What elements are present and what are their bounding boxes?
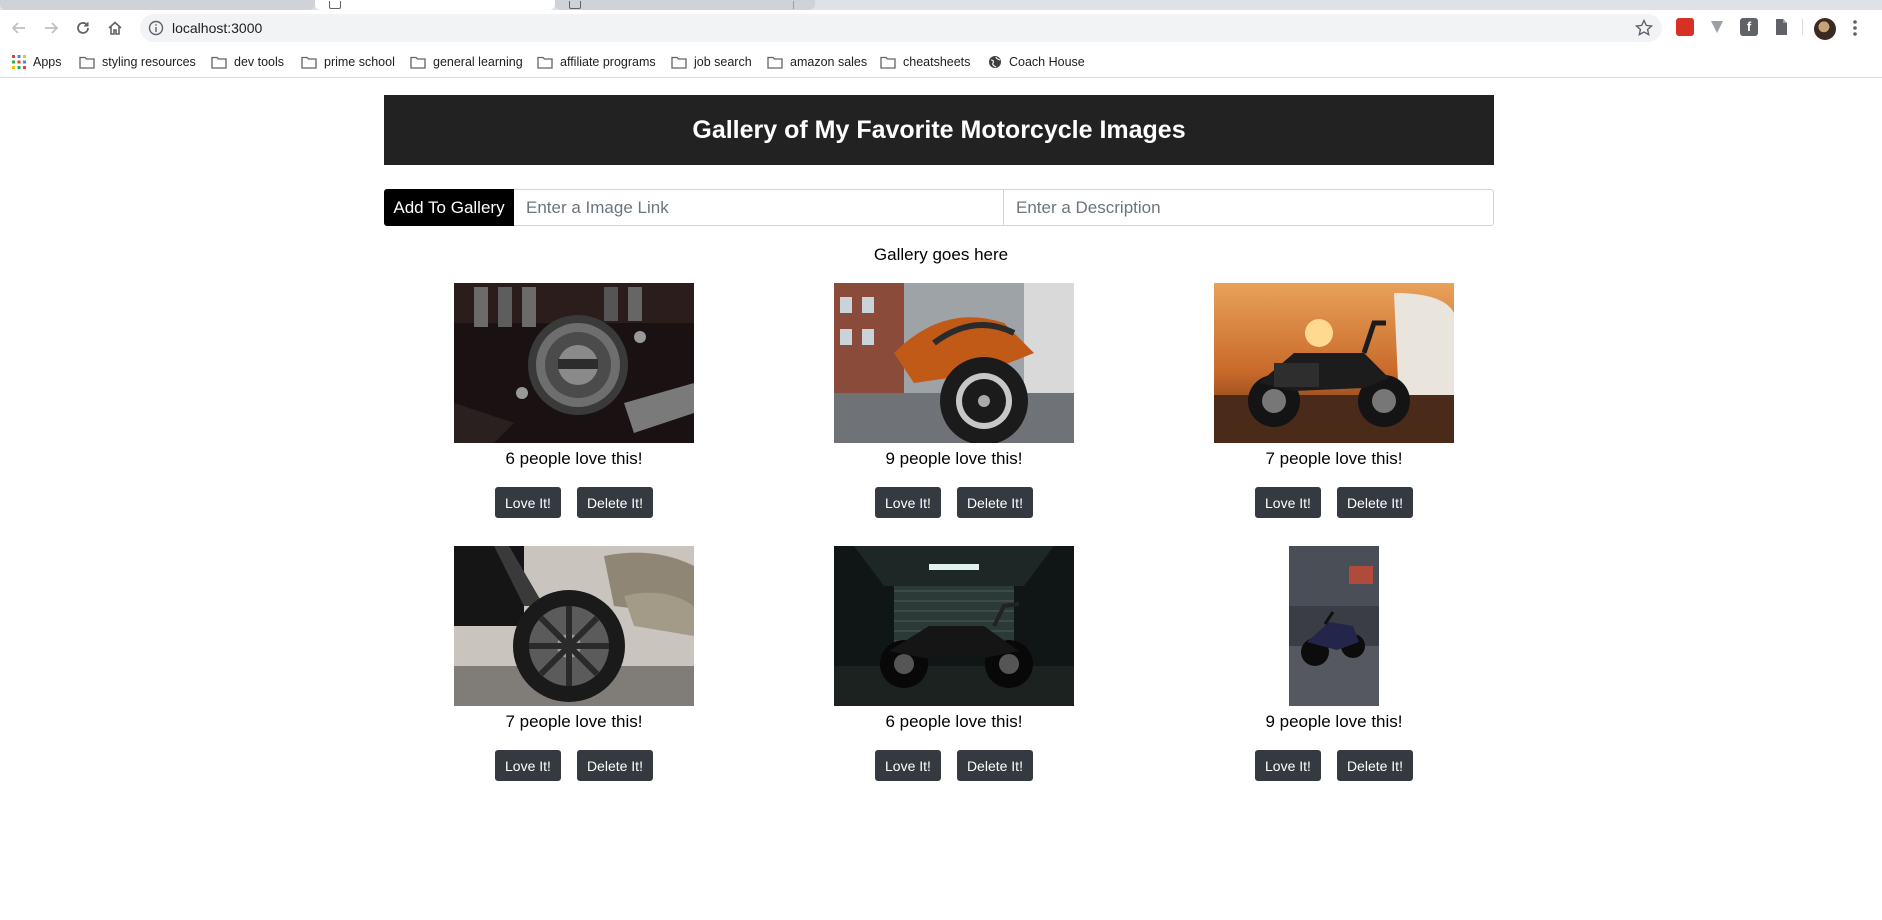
bookmark-styling-resources[interactable]: styling resources	[79, 53, 196, 71]
page-icon	[329, 1, 341, 9]
bookmark-job-search[interactable]: job search	[671, 53, 752, 71]
love-count: 9 people love this!	[885, 449, 1023, 468]
address-bar[interactable]: localhost:3000	[140, 14, 1662, 42]
bookmark-label: Apps	[33, 55, 62, 69]
document-icon[interactable]	[1772, 18, 1790, 36]
arrow-right-icon	[45, 22, 59, 34]
delete-button[interactable]: Delete It!	[1336, 487, 1413, 518]
tab-active[interactable]	[315, 0, 555, 10]
profile-avatar[interactable]	[1814, 18, 1836, 40]
love-count: 9 people love this!	[1265, 712, 1403, 731]
bookmark-label: cheatsheets	[903, 55, 971, 69]
folder-icon	[301, 56, 317, 69]
bookmark-label: prime school	[324, 55, 395, 69]
extension-red-icon[interactable]	[1676, 18, 1694, 36]
gallery-item: 9 people love this! Love It! Delete It!	[764, 283, 1144, 546]
page-icon	[569, 1, 581, 9]
toolbar-separator	[1802, 19, 1803, 35]
gallery-item: 7 people love this! Love It! Delete It!	[1144, 283, 1524, 546]
bookmarks-bar: Apps styling resources dev tools prime s…	[0, 46, 1882, 78]
add-to-gallery-button[interactable]: Add To Gallery	[384, 189, 514, 226]
orange-bike-street-photo[interactable]	[834, 283, 1074, 443]
info-icon[interactable]	[148, 20, 164, 36]
love-button[interactable]: Love It!	[1255, 487, 1321, 518]
folder-icon	[537, 56, 553, 69]
delete-button[interactable]: Delete It!	[956, 487, 1033, 518]
bookmark-label: general learning	[433, 55, 523, 69]
reload-icon	[77, 22, 89, 34]
love-button[interactable]: Love It!	[1255, 750, 1321, 781]
front-wheel-photo[interactable]	[454, 546, 694, 706]
gallery-item: 7 people love this! Love It! Delete It!	[384, 546, 764, 809]
love-button[interactable]: Love It!	[495, 750, 561, 781]
back-button[interactable]	[6, 15, 32, 41]
facebook-icon[interactable]: f	[1740, 18, 1758, 36]
parking-bike-photo[interactable]	[1289, 546, 1379, 706]
love-count: 7 people love this!	[505, 712, 643, 731]
delete-button[interactable]: Delete It!	[576, 750, 653, 781]
bookmark-label: amazon sales	[790, 55, 868, 69]
gallery-item: 6 people love this! Love It! Delete It!	[384, 283, 764, 546]
engine-closeup-photo[interactable]	[454, 283, 694, 443]
gallery-grid: 6 people love this! Love It! Delete It!	[384, 283, 1494, 809]
love-count: 6 people love this!	[885, 712, 1023, 731]
bookmark-dev-tools[interactable]: dev tools	[211, 53, 284, 71]
bookmark-prime-school[interactable]: prime school	[301, 53, 395, 71]
home-icon	[108, 21, 122, 35]
sunset-bike-photo[interactable]	[1214, 283, 1454, 443]
forward-button[interactable]	[38, 15, 64, 41]
description-input[interactable]	[1004, 189, 1494, 226]
page-title: Gallery of My Favorite Motorcycle Images	[692, 115, 1186, 144]
bookmark-label: styling resources	[102, 55, 196, 69]
globe-icon	[989, 56, 1001, 68]
folder-icon	[767, 56, 783, 69]
love-count: 6 people love this!	[505, 449, 643, 468]
folder-icon	[211, 56, 227, 69]
extension-v-icon[interactable]	[1708, 18, 1726, 36]
apps-grid-icon	[12, 55, 26, 69]
love-button[interactable]: Love It!	[875, 487, 941, 518]
bookmark-label: affiliate programs	[560, 55, 656, 69]
gallery-item: 6 people love this! Love It! Delete It!	[764, 546, 1144, 809]
gallery-heading: Gallery goes here	[873, 245, 1009, 264]
bookmark-affiliate-programs[interactable]: affiliate programs	[537, 53, 656, 71]
app-header: Gallery of My Favorite Motorcycle Images	[384, 95, 1494, 165]
gallery-item: 9 people love this! Love It! Delete It!	[1144, 546, 1524, 809]
bookmark-amazon-sales[interactable]: amazon sales	[767, 53, 867, 71]
folder-icon	[79, 56, 95, 69]
bookmark-coach-house[interactable]: Coach House	[988, 53, 1085, 71]
delete-button[interactable]: Delete It!	[956, 750, 1033, 781]
folder-icon	[671, 56, 687, 69]
tab-strip	[0, 0, 1882, 10]
arrow-left-icon	[11, 22, 25, 34]
delete-button[interactable]: Delete It!	[1336, 750, 1413, 781]
image-link-input[interactable]	[514, 189, 1004, 226]
browser-toolbar: localhost:3000 f	[0, 10, 1882, 46]
add-image-form: Add To Gallery	[384, 189, 1494, 226]
tab-1[interactable]	[0, 0, 315, 10]
tab-separator	[793, 1, 794, 9]
bookmark-label: dev tools	[234, 55, 285, 69]
bookmark-label: job search	[694, 55, 752, 69]
home-button[interactable]	[102, 15, 128, 41]
bookmark-apps[interactable]: Apps	[12, 53, 62, 71]
tab-3[interactable]	[555, 0, 815, 10]
folder-icon	[410, 56, 426, 69]
bookmark-general-learning[interactable]: general learning	[410, 53, 523, 71]
url-text[interactable]: localhost:3000	[172, 20, 262, 36]
love-count: 7 people love this!	[1265, 449, 1403, 468]
delete-button[interactable]: Delete It!	[576, 487, 653, 518]
love-button[interactable]: Love It!	[495, 487, 561, 518]
love-button[interactable]: Love It!	[875, 750, 941, 781]
bookmark-cheatsheets[interactable]: cheatsheets	[880, 53, 970, 71]
bookmark-label: Coach House	[1009, 55, 1085, 69]
page-content: Gallery of My Favorite Motorcycle Images…	[0, 79, 1882, 920]
garage-bike-photo[interactable]	[834, 546, 1074, 706]
star-icon[interactable]	[1634, 18, 1654, 38]
reload-button[interactable]	[70, 15, 96, 41]
more-vert-icon[interactable]	[1849, 18, 1861, 38]
folder-icon	[880, 56, 896, 69]
